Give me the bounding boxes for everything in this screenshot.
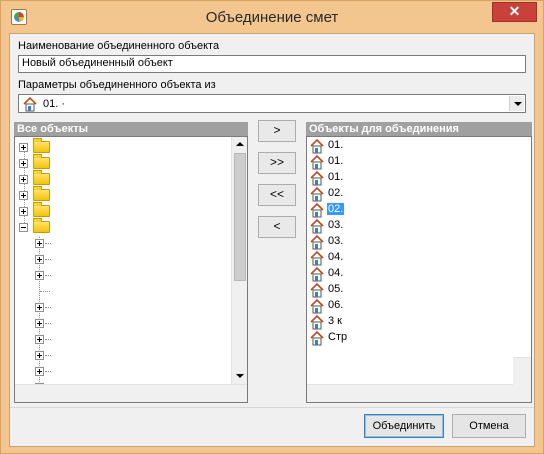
- merge-button[interactable]: Объединить: [364, 414, 444, 438]
- merge-list-item-label: 01.: [328, 155, 344, 167]
- house-icon: [310, 330, 324, 346]
- merge-list-item-label: 04.: [328, 251, 344, 263]
- add-all-button[interactable]: >>: [258, 152, 296, 174]
- merge-list-item-label: 05.: [328, 283, 344, 295]
- remove-selected-button[interactable]: <: [258, 216, 296, 238]
- right-horizontal-scrollbar[interactable]: [307, 384, 513, 402]
- expand-icon[interactable]: [35, 271, 44, 280]
- cancel-button[interactable]: Отмена: [452, 414, 526, 438]
- tree-node[interactable]: [15, 186, 215, 203]
- footer-separator: [10, 407, 534, 408]
- house-icon: [310, 218, 324, 234]
- house-icon: [310, 202, 324, 218]
- folder-icon: [33, 154, 50, 169]
- house-icon: [310, 266, 324, 282]
- merge-list-item-label: 02.: [327, 203, 345, 215]
- tree-node[interactable]: [15, 170, 215, 187]
- right-pane-header: Объекты для объединения: [306, 122, 532, 136]
- tree-child-node[interactable]: [15, 315, 215, 331]
- tree-child-node[interactable]: [15, 331, 215, 347]
- scroll-thumb[interactable]: [234, 153, 246, 281]
- left-pane-header: Все объекты: [14, 122, 248, 136]
- expand-icon[interactable]: [35, 255, 44, 264]
- merge-list-item-label: Стр: [328, 331, 348, 343]
- collapse-icon[interactable]: [19, 223, 28, 232]
- expand-icon[interactable]: [35, 351, 44, 360]
- house-icon: [310, 234, 324, 250]
- expand-icon[interactable]: [35, 319, 44, 328]
- expand-icon[interactable]: [19, 191, 28, 200]
- scroll-down-icon[interactable]: [232, 369, 247, 384]
- folder-icon: [33, 170, 50, 185]
- window-title: Объединение смет: [205, 9, 339, 26]
- folder-icon: [33, 202, 50, 217]
- name-input[interactable]: Новый объединенный объект: [18, 55, 526, 73]
- tree-node[interactable]: [15, 154, 215, 171]
- tree-child-node[interactable]: [15, 267, 215, 283]
- house-icon: [310, 282, 324, 298]
- name-field-label: Наименование объединенного объекта: [18, 40, 220, 52]
- tree-child-node[interactable]: [15, 347, 215, 363]
- merge-list-item-label: 03.: [328, 235, 344, 247]
- merge-list-item-label: 01.: [328, 139, 344, 151]
- params-combo-value: 01. ·: [43, 98, 66, 110]
- house-icon: [310, 314, 324, 330]
- tree-node-expanded[interactable]: [15, 218, 215, 235]
- merge-list-item-label: 06.: [328, 299, 344, 311]
- dialog-window: Объединение смет ✕ Наименование объедине…: [0, 0, 544, 454]
- right-scroll-corner: [513, 357, 531, 402]
- params-field-label: Параметры объединенного объекта из: [18, 79, 216, 91]
- left-vertical-scrollbar[interactable]: [231, 137, 247, 384]
- tree-child-node[interactable]: [15, 251, 215, 267]
- expand-icon[interactable]: [19, 143, 28, 152]
- folder-icon: [33, 138, 50, 153]
- title-bar[interactable]: Объединение смет ✕: [1, 1, 543, 33]
- folder-icon: [33, 186, 50, 201]
- merge-list-item-label: 04.: [328, 267, 344, 279]
- house-icon: [310, 154, 324, 170]
- merge-list-item-label: 01.: [328, 171, 344, 183]
- expand-icon[interactable]: [35, 303, 44, 312]
- house-icon: [310, 186, 324, 202]
- scroll-up-icon[interactable]: [232, 137, 247, 152]
- remove-all-button[interactable]: <<: [258, 184, 296, 206]
- expand-icon[interactable]: [19, 207, 28, 216]
- merge-list-item-label: 02.: [328, 187, 344, 199]
- house-icon: [310, 170, 324, 186]
- close-button[interactable]: ✕: [492, 2, 537, 22]
- params-combo[interactable]: 01. ·: [18, 94, 526, 113]
- tree-child-node[interactable]: [15, 235, 215, 251]
- merge-list-item-label: 3 к: [328, 315, 342, 327]
- tree-child-leaf[interactable]: [15, 283, 215, 299]
- folder-icon: [33, 218, 50, 233]
- house-icon: [310, 250, 324, 266]
- tree-node[interactable]: [15, 138, 215, 155]
- objects-to-merge-list[interactable]: 01. 01. 01. 02. 02. 03. 03. 04. 04. 05. 06. 3 к Стр: [306, 136, 532, 403]
- expand-icon[interactable]: [35, 367, 44, 376]
- expand-icon[interactable]: [19, 159, 28, 168]
- expand-icon[interactable]: [35, 335, 44, 344]
- merge-list-item-label: 03.: [328, 219, 344, 231]
- tree-child-node[interactable]: [15, 363, 215, 379]
- house-icon: [310, 298, 324, 314]
- dialog-client-area: Наименование объединенного объекта Новый…: [9, 33, 535, 447]
- expand-icon[interactable]: [19, 175, 28, 184]
- tree-node[interactable]: [15, 202, 215, 219]
- house-icon: [23, 96, 37, 112]
- house-icon: [310, 138, 324, 154]
- add-selected-button[interactable]: >: [258, 120, 296, 142]
- left-horizontal-scrollbar[interactable]: [15, 384, 247, 402]
- tree-child-node[interactable]: [15, 299, 215, 315]
- chevron-down-icon[interactable]: [509, 96, 524, 111]
- expand-icon[interactable]: [35, 239, 44, 248]
- all-objects-tree[interactable]: [14, 136, 248, 403]
